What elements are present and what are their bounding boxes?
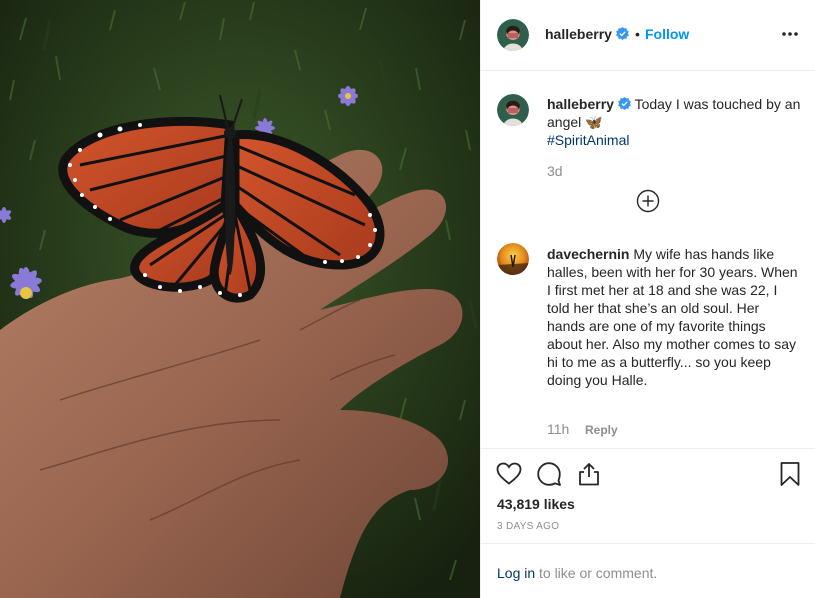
post-details-panel: halleberry • Follow halleberry Today I w… [480,0,815,598]
plus-circle-icon[interactable] [636,189,660,213]
follow-button[interactable]: Follow [645,26,689,42]
butterfly-emoji: 🦋 [585,114,603,130]
post-photo [0,0,480,598]
author-username[interactable]: halleberry [545,26,629,42]
comment-text: My wife has hands like halles, been with… [547,246,798,388]
bookmark-icon[interactable] [777,461,803,487]
more-options-icon[interactable] [780,24,800,44]
comment-username[interactable]: davechernin [547,246,629,262]
hashtag-link[interactable]: #SpiritAnimal [547,132,629,148]
login-prompt: Log in to like or comment. [481,543,815,598]
verified-badge-icon [618,96,631,110]
likes-count[interactable]: 43,819 likes [497,496,575,512]
caption-timestamp[interactable]: 3d [547,163,563,179]
comment-icon[interactable] [536,461,562,487]
verified-badge-icon [616,27,629,40]
comment: davechernin My wife has hands like halle… [547,245,799,389]
caption-username[interactable]: halleberry [547,96,614,112]
share-icon[interactable] [576,461,602,487]
reply-button[interactable]: Reply [585,423,618,437]
post-date: 3 DAYS AGO [497,521,560,532]
post-header: halleberry • Follow [481,0,815,71]
separator-dot: • [635,26,640,42]
author-username-text[interactable]: halleberry [545,26,612,42]
action-bar: 43,819 likes 3 DAYS AGO [481,448,815,544]
commenter-avatar[interactable] [497,243,529,275]
avatar[interactable] [497,19,529,51]
post-caption: halleberry Today I was touched by an ang… [547,95,807,149]
caption-avatar[interactable] [497,94,529,126]
login-prompt-text: to like or comment. [539,565,658,581]
comment-timestamp[interactable]: 11h [547,421,569,437]
login-link[interactable]: Log in [497,565,535,581]
heart-icon[interactable] [496,461,522,487]
